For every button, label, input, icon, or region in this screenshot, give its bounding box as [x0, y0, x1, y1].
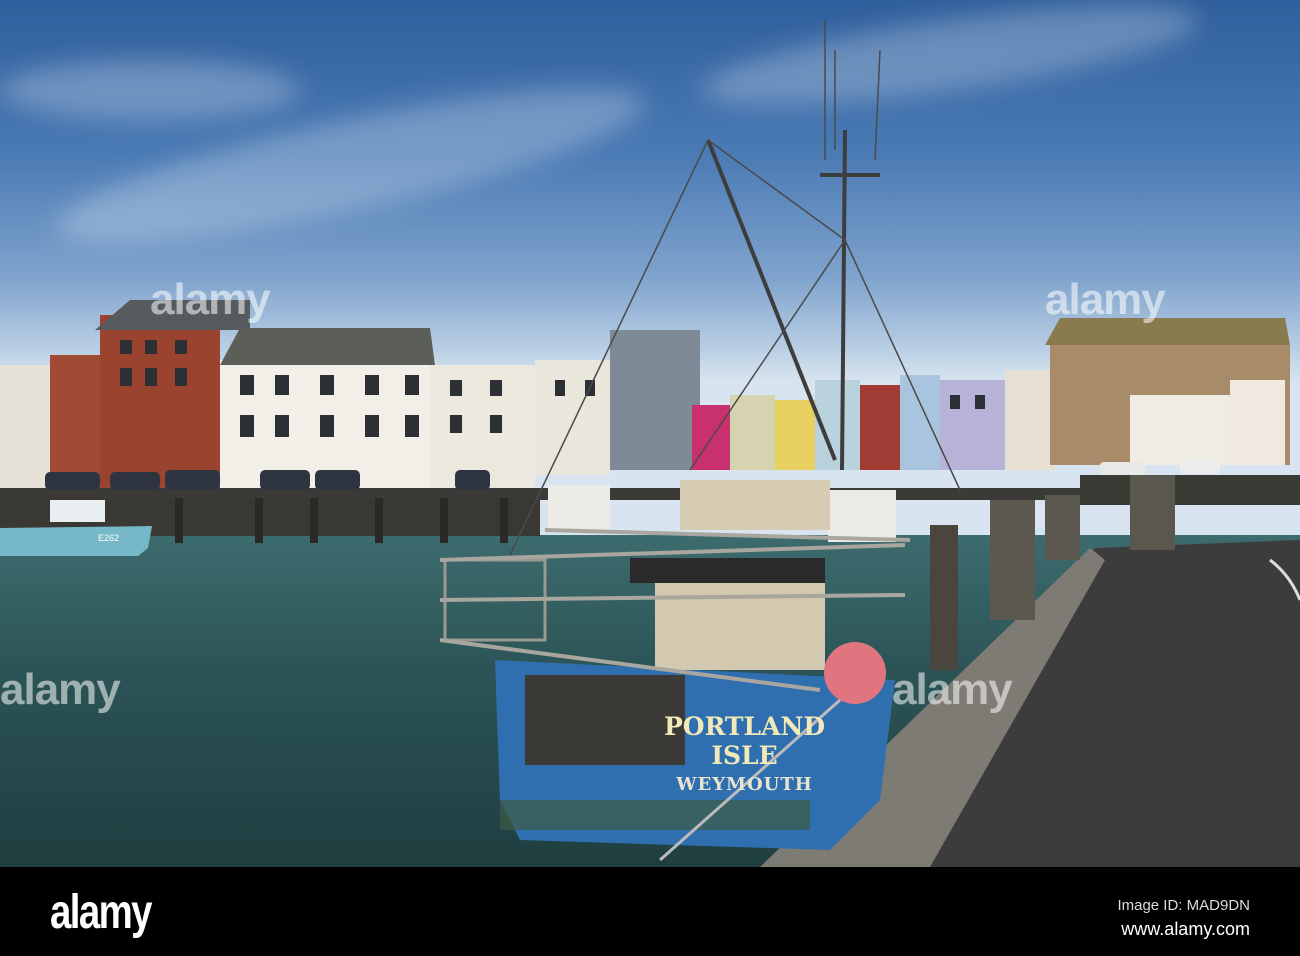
pink-buoy: [824, 642, 886, 704]
site-url[interactable]: www.alamy.com: [1121, 919, 1250, 940]
small-boat-registration: E262: [98, 533, 120, 543]
watermark: alamy: [150, 275, 271, 324]
harbour-scene: [0, 20, 1300, 867]
watermark: alamy: [0, 665, 121, 714]
footer-bar: alamy Image ID: MAD9DN www.alamy.com: [0, 867, 1300, 956]
harbour-photo: E262 PORTLAND ISLE WEYMOUTH alamy alamy …: [0, 0, 1300, 867]
watermark: alamy: [1045, 275, 1166, 324]
alamy-logo: alamy: [50, 886, 152, 939]
boat-name-line2: ISLE: [711, 741, 778, 770]
boat-name: PORTLAND ISLE WEYMOUTH: [664, 712, 825, 799]
watermark: alamy: [892, 665, 1013, 714]
image-id: Image ID: MAD9DN: [1117, 897, 1250, 914]
fish-crate: [655, 580, 825, 670]
far-pier: [1080, 475, 1300, 505]
townhouses: [0, 300, 1290, 490]
boat-port: WEYMOUTH: [676, 774, 813, 795]
boat-name-line1: PORTLAND: [664, 712, 826, 741]
